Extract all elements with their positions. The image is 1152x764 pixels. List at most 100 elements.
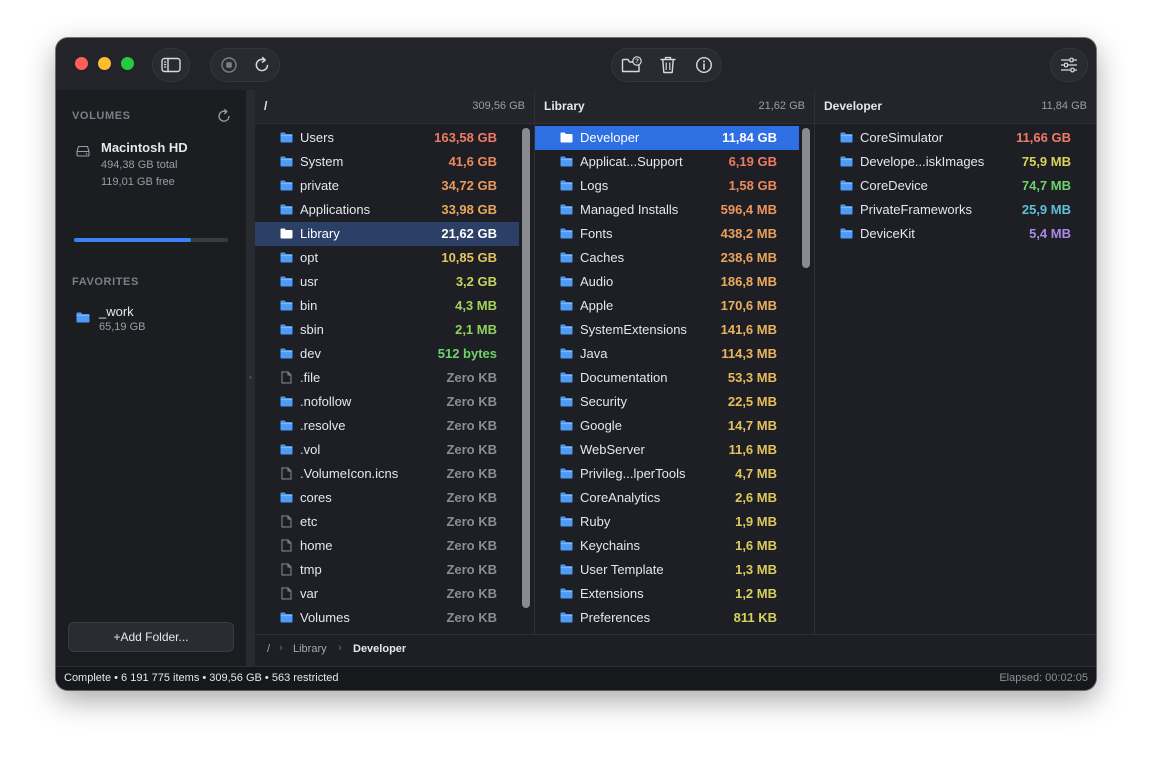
folder-icon [280, 132, 293, 143]
item-name: Users [300, 130, 334, 145]
list-item[interactable]: tmp Zero KB [255, 558, 519, 582]
list-item[interactable]: SystemExtensions 141,6 MB [535, 318, 799, 342]
list-item[interactable]: Extensions 1,2 MB [535, 582, 799, 606]
file-icon [281, 539, 292, 552]
list-item[interactable]: User Template 1,3 MB [535, 558, 799, 582]
list-item[interactable]: Security 22,5 MB [535, 390, 799, 414]
item-name: .file [300, 370, 321, 385]
list-item[interactable]: CoreSimulator 11,66 GB [815, 126, 1095, 150]
breadcrumb-item-root[interactable]: / [267, 643, 270, 655]
item-size: 438,2 MB [720, 226, 777, 241]
item-size: 21,62 GB [441, 226, 497, 241]
list-item[interactable]: Volumes Zero KB [255, 606, 519, 630]
info-icon [695, 56, 713, 74]
item-size: 41,6 GB [448, 154, 497, 169]
breadcrumb-item-developer[interactable]: Developer [353, 643, 406, 655]
list-item[interactable]: home Zero KB [255, 534, 519, 558]
list-item[interactable]: cores Zero KB [255, 486, 519, 510]
rescan-button[interactable] [245, 49, 279, 81]
folder-icon [560, 420, 573, 431]
list-item[interactable]: Caches 238,6 MB [535, 246, 799, 270]
list-item[interactable]: Developer 11,84 GB [535, 126, 799, 150]
list-item[interactable]: Applications 33,98 GB [255, 198, 519, 222]
item-name: cores [300, 490, 332, 505]
list-item[interactable]: usr 3,2 GB [255, 270, 519, 294]
file-icon [281, 515, 292, 528]
list-item[interactable]: private 34,72 GB [255, 174, 519, 198]
list-item[interactable]: Users 163,58 GB [255, 126, 519, 150]
list-item[interactable]: System 41,6 GB [255, 150, 519, 174]
list-item[interactable]: Fonts 438,2 MB [535, 222, 799, 246]
list-item[interactable]: PrivateFrameworks 25,9 MB [815, 198, 1095, 222]
folder-icon [560, 444, 573, 455]
list-item[interactable]: sbin 2,1 MB [255, 318, 519, 342]
folder-icon [280, 180, 293, 191]
item-size: Zero KB [446, 562, 497, 577]
list-item[interactable]: Managed Installs 596,4 MB [535, 198, 799, 222]
list-item[interactable]: .vol Zero KB [255, 438, 519, 462]
list-item[interactable]: Java 114,3 MB [535, 342, 799, 366]
item-size: 1,6 MB [735, 538, 777, 553]
zoom-window-button[interactable] [121, 57, 134, 70]
list-item[interactable]: etc Zero KB [255, 510, 519, 534]
item-name: .resolve [300, 418, 346, 433]
list-item[interactable]: .resolve Zero KB [255, 414, 519, 438]
list-item[interactable]: var Zero KB [255, 582, 519, 606]
volume-name: Macintosh HD [101, 140, 188, 155]
elapsed-time: Elapsed: 00:02:05 [999, 672, 1088, 684]
list-item[interactable]: Apple 170,6 MB [535, 294, 799, 318]
item-name: Documentation [580, 370, 668, 385]
close-window-button[interactable] [75, 57, 88, 70]
item-size: Zero KB [446, 490, 497, 505]
settings-button[interactable] [1052, 49, 1086, 81]
list-item[interactable]: CoreDevice 74,7 MB [815, 174, 1095, 198]
breadcrumb-item-library[interactable]: Library [293, 643, 327, 655]
item-name: home [300, 538, 333, 553]
info-button[interactable] [687, 49, 721, 81]
list-item[interactable]: Audio 186,8 MB [535, 270, 799, 294]
list-item[interactable]: .VolumeIcon.icns Zero KB [255, 462, 519, 486]
volume-free: 119,01 GB free [101, 176, 175, 188]
add-folder-button[interactable]: +Add Folder... [68, 622, 234, 652]
file-icon [281, 371, 292, 384]
item-size: 10,85 GB [441, 250, 497, 265]
list-item[interactable]: Privileg...lperTools 4,7 MB [535, 462, 799, 486]
settings-group [1050, 48, 1088, 82]
column-library: Library 21,62 GB Developer 11,84 GB Applic… [535, 90, 815, 634]
list-item[interactable]: Applicat...Support 6,19 GB [535, 150, 799, 174]
list-item[interactable]: DeviceKit 5,4 MB [815, 222, 1095, 246]
sidebar: VOLUMES Macintosh HD 494,38 GB total 119… [56, 90, 246, 666]
delete-button[interactable] [651, 49, 685, 81]
list-item[interactable]: CoreAnalytics 2,6 MB [535, 486, 799, 510]
list-item[interactable]: opt 10,85 GB [255, 246, 519, 270]
sidebar-toggle-button[interactable] [154, 49, 188, 81]
stop-scan-button[interactable] [212, 49, 246, 81]
folder-icon [560, 468, 573, 479]
folder-icon [840, 180, 853, 191]
sidebar-splitter[interactable] [246, 90, 255, 666]
refresh-volumes-icon[interactable] [216, 108, 232, 124]
scrollbar-thumb[interactable] [522, 128, 530, 608]
item-name: Applicat...Support [580, 154, 683, 169]
item-name: Preferences [580, 610, 651, 625]
scan-controls-group [210, 48, 280, 82]
list-item[interactable]: .nofollow Zero KB [255, 390, 519, 414]
item-name: Applications [300, 202, 371, 217]
list-item[interactable]: dev 512 bytes [255, 342, 519, 366]
list-item[interactable]: Preferences 811 KB [535, 606, 799, 630]
list-item[interactable]: bin 4,3 MB [255, 294, 519, 318]
list-item[interactable]: .file Zero KB [255, 366, 519, 390]
scrollbar-thumb[interactable] [802, 128, 810, 268]
folder-icon [560, 348, 573, 359]
minimize-window-button[interactable] [98, 57, 111, 70]
list-item[interactable]: Google 14,7 MB [535, 414, 799, 438]
list-item[interactable]: Library 21,62 GB [255, 222, 519, 246]
list-item[interactable]: Develope...iskImages 75,9 MB [815, 150, 1095, 174]
list-item[interactable]: Ruby 1,9 MB [535, 510, 799, 534]
list-item[interactable]: Keychains 1,6 MB [535, 534, 799, 558]
reveal-in-finder-button[interactable]: ? [615, 49, 649, 81]
list-item[interactable]: Logs 1,58 GB [535, 174, 799, 198]
status-bar: Complete • 6 191 775 items • 309,56 GB •… [56, 666, 1096, 690]
list-item[interactable]: WebServer 11,6 MB [535, 438, 799, 462]
list-item[interactable]: Documentation 53,3 MB [535, 366, 799, 390]
